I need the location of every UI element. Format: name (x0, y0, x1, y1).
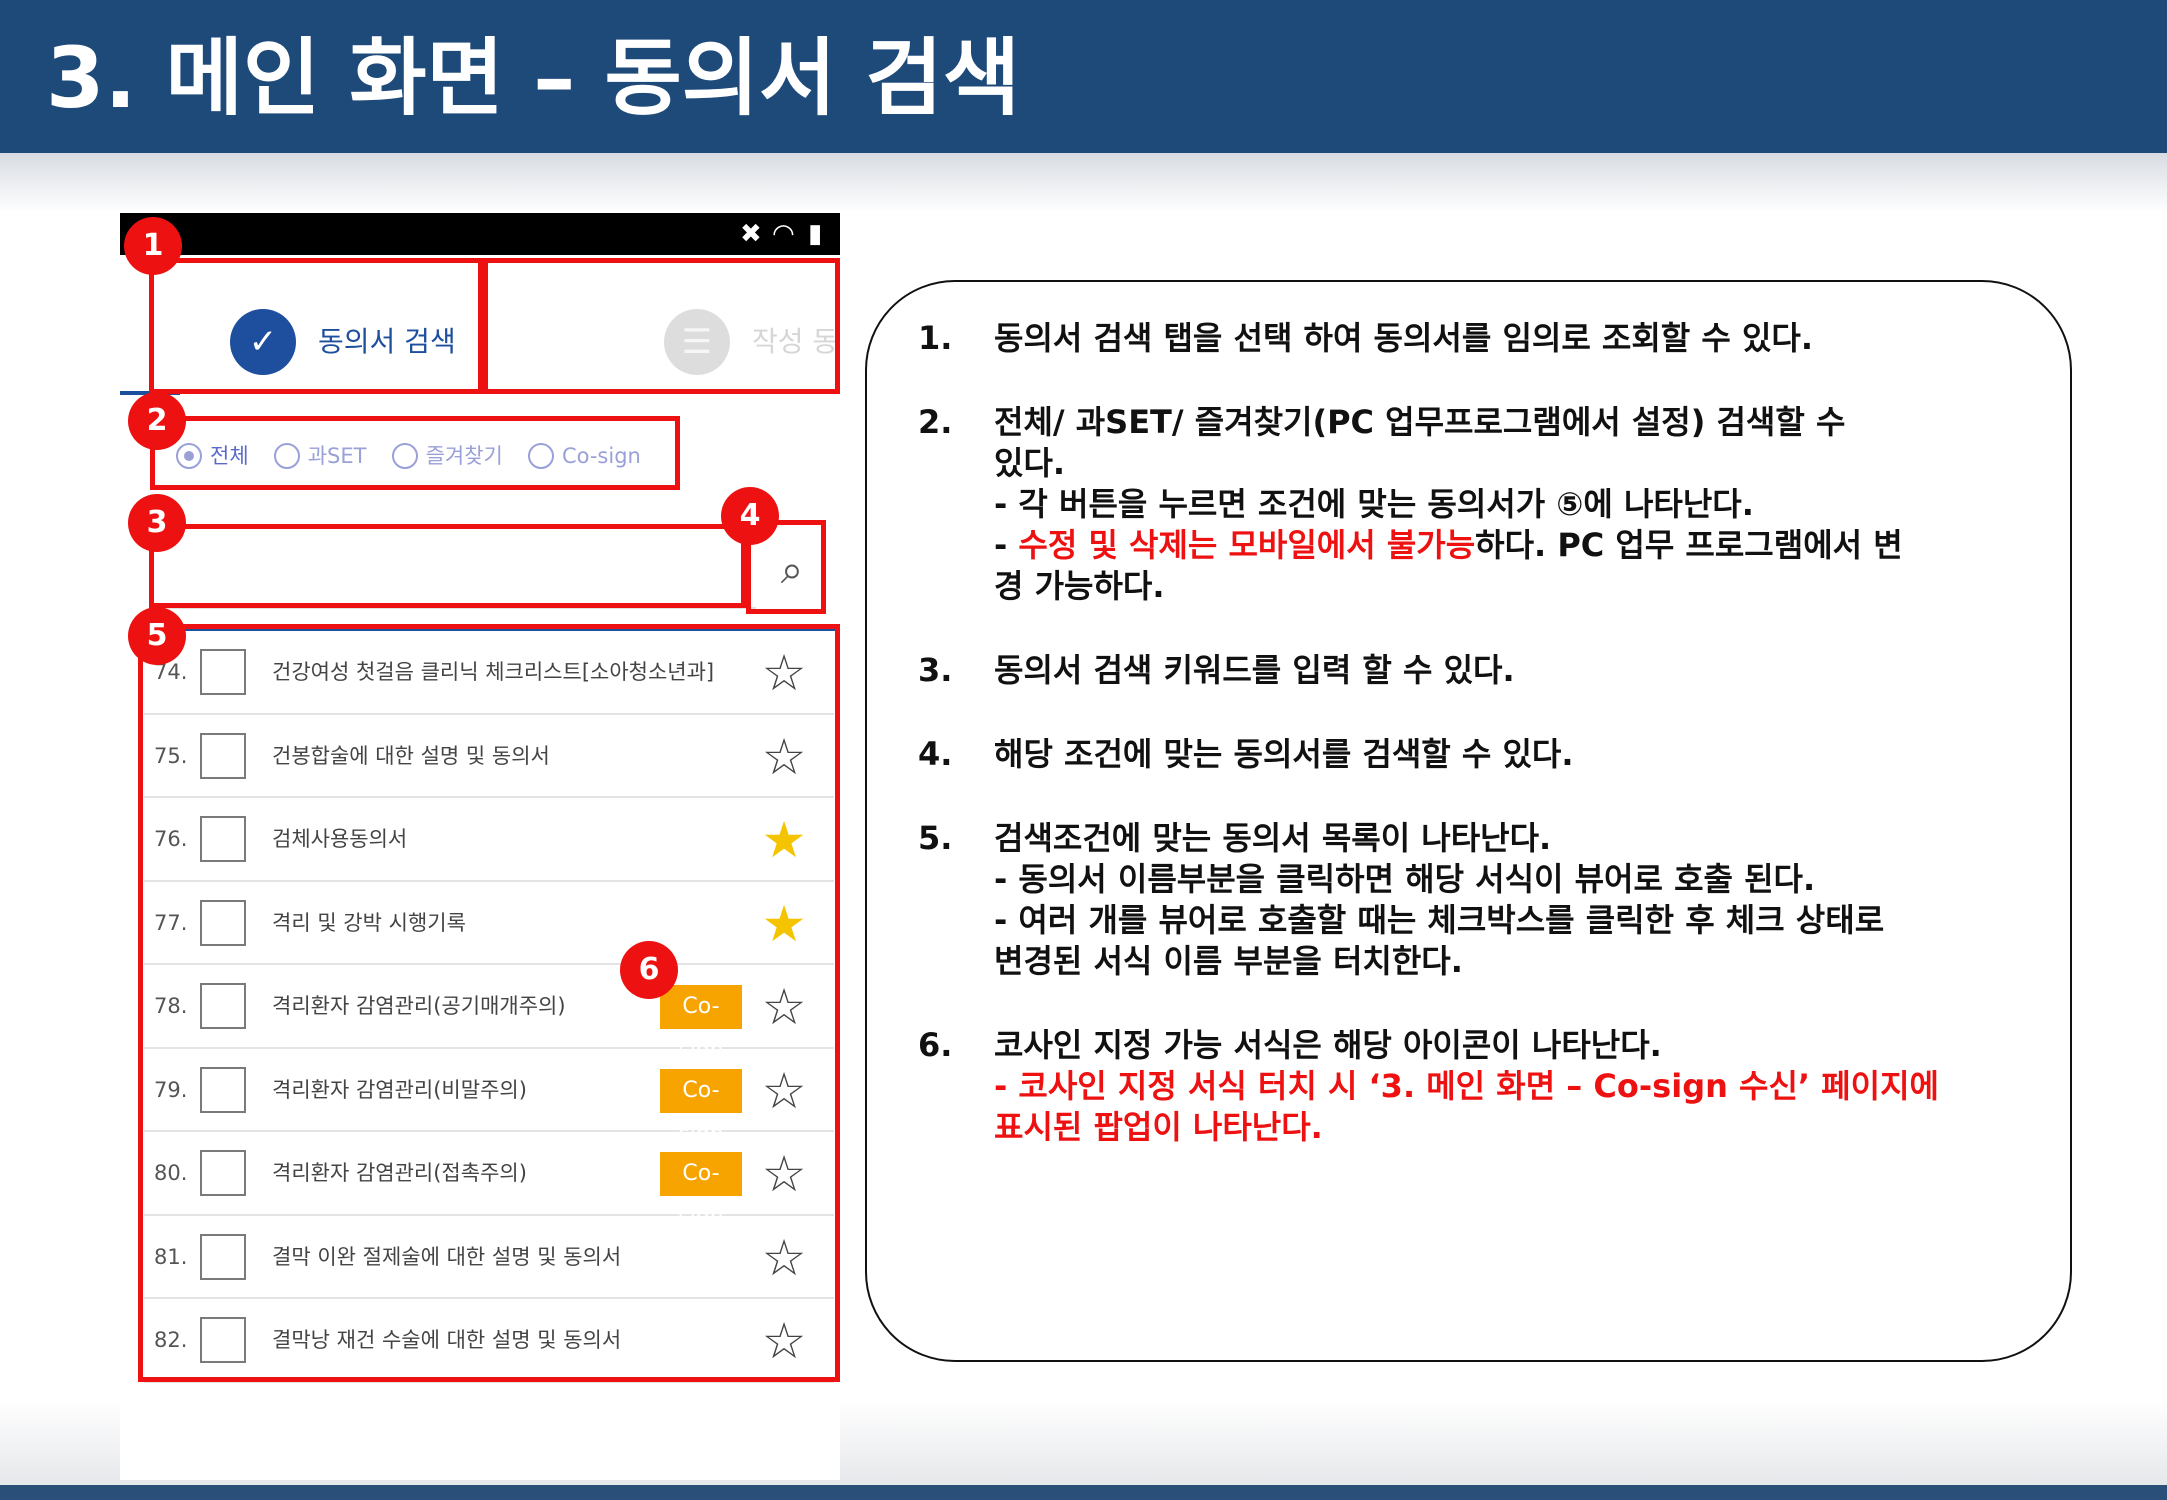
description-list: 1. 동의서 검색 탭을 선택 하여 동의서를 임의로 조회할 수 있다. 2. 전체… (918, 318, 2003, 1191)
badge-6: 6 (620, 941, 678, 999)
description-item-number: 4. (918, 735, 953, 773)
description-item: 4. 해당 조건에 맞는 동의서를 검색할 수 있다. (918, 734, 2003, 775)
highlight-box-5 (138, 624, 840, 1382)
description-line: - 수정 및 삭제는 모바일에서 불가능하다. PC 업무 프로그램에서 변 (994, 526, 1903, 564)
description-line: 변경된 서식 이름 부분을 터치한다. (994, 942, 1463, 980)
description-item-number: 6. (918, 1026, 953, 1064)
mute-icon: ✖ (740, 219, 762, 249)
description-line: 동의서 검색 탭을 선택 하여 동의서를 임의로 조회할 수 있다. (994, 319, 1813, 357)
highlight-box-1b (483, 258, 840, 394)
header-shadow (0, 153, 2167, 213)
description-item-number: 5. (918, 819, 953, 857)
description-item: 2. 전체/ 과SET/ 즐겨찾기(PC 업무프로그램에서 설정) 검색할 수 있다… (918, 402, 2003, 607)
description-line: 검색조건에 맞는 동의서 목록이 나타난다. (994, 819, 1552, 857)
description-warning-line: - 코사인 지정 서식 터치 시 ‘3. 메인 화면 – Co-sign 수신’… (994, 1067, 1939, 1105)
description-warning: 수정 및 삭제는 모바일에서 불가능 (1018, 526, 1476, 564)
description-line: - 여러 개를 뷰어로 호출할 때는 체크박스를 클릭한 후 체크 상태로 (994, 901, 1885, 939)
description-item-number: 2. (918, 403, 953, 441)
description-line: 있다. (994, 444, 1066, 482)
badge-1: 1 (124, 217, 182, 275)
highlight-box-2 (150, 416, 680, 490)
description-line: 해당 조건에 맞는 동의서를 검색할 수 있다. (994, 735, 1574, 773)
description-warning-line: 표시된 팝업이 나타난다. (994, 1108, 1323, 1146)
badge-2: 2 (128, 392, 186, 450)
description-item: 5. 검색조건에 맞는 동의서 목록이 나타난다. - 동의서 이름부분을 클릭하면… (918, 818, 2003, 982)
badge-4: 4 (721, 487, 779, 545)
description-line: 경 가능하다. (994, 567, 1165, 605)
wifi-icon: ◠ (772, 219, 795, 249)
status-bar: ✖ ◠ ▮ (120, 213, 840, 255)
description-line: 동의서 검색 키워드를 입력 할 수 있다. (994, 651, 1515, 689)
title-bar: 3. 메인 화면 – 동의서 검색 (0, 0, 2167, 153)
description-item: 6. 코사인 지정 가능 서식은 해당 아이콘이 나타난다. - 코사인 지정 서식… (918, 1025, 2003, 1148)
description-item-number: 3. (918, 651, 953, 689)
description-line: 코사인 지정 가능 서식은 해당 아이콘이 나타난다. (994, 1026, 1662, 1064)
description-line: - 동의서 이름부분을 클릭하면 해당 서식이 뷰어로 호출 된다. (994, 860, 1816, 898)
badge-5: 5 (128, 607, 186, 665)
battery-icon: ▮ (808, 219, 823, 249)
description-item: 1. 동의서 검색 탭을 선택 하여 동의서를 임의로 조회할 수 있다. (918, 318, 2003, 359)
badge-3: 3 (128, 494, 186, 552)
description-line: 전체/ 과SET/ 즐겨찾기(PC 업무프로그램에서 설정) 검색할 수 (994, 403, 1846, 441)
footer-bar (0, 1485, 2167, 1500)
slide-title: 3. 메인 화면 – 동의서 검색 (46, 29, 1021, 127)
description-item: 3. 동의서 검색 키워드를 입력 할 수 있다. (918, 650, 2003, 691)
highlight-box-3 (149, 524, 746, 608)
highlight-box-1a (149, 258, 483, 394)
description-item-number: 1. (918, 319, 953, 357)
description-line: - 각 버튼을 누르면 조건에 맞는 동의서가 ⑤에 나타난다. (994, 485, 1754, 523)
